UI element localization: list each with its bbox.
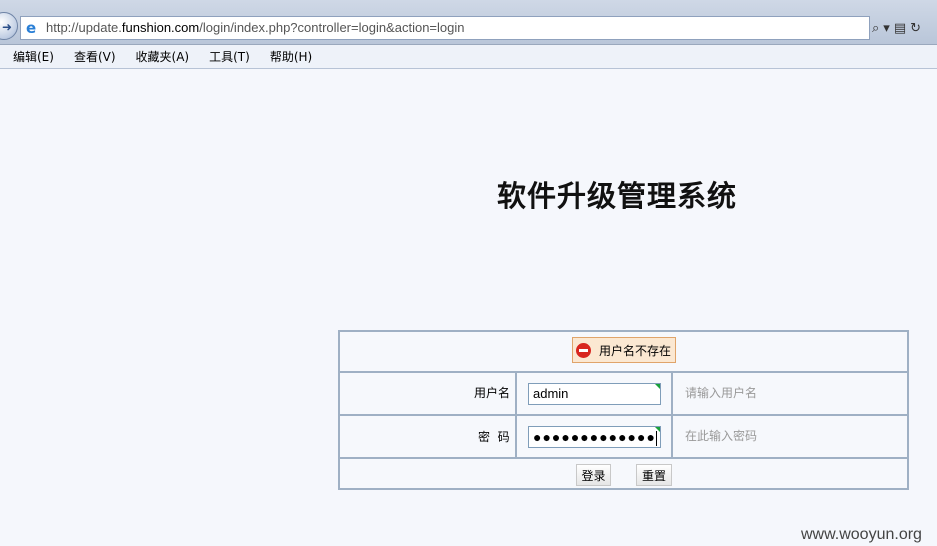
text-cursor xyxy=(655,430,657,446)
column-divider xyxy=(515,373,517,457)
dropdown-icon[interactable]: ▾ xyxy=(883,21,890,36)
refresh-icon[interactable]: ↻ xyxy=(910,21,921,36)
error-icon xyxy=(576,342,591,358)
password-label: 密 码 xyxy=(478,430,510,444)
reset-button[interactable]: 重置 xyxy=(636,464,672,486)
search-icon[interactable]: ⌕ xyxy=(872,21,879,36)
button-row: 登录 重置 xyxy=(340,459,907,492)
url-text: http://update.funshion.com/login/index.p… xyxy=(46,20,464,35)
password-input[interactable]: ●●●●●●●●●●●●● xyxy=(528,426,661,448)
page-title: 软件升级管理系统 xyxy=(497,179,738,213)
column-divider xyxy=(671,373,673,457)
password-row: 密 码 ●●●●●●●●●●●●● 在此输入密码 xyxy=(340,416,907,459)
url-domain: funshion.com xyxy=(121,20,200,35)
menu-favorites[interactable]: 收藏夹(A) xyxy=(123,48,197,65)
login-form: 用户名不存在 用户名 admin 请输入用户名 密 码 ●●●●●●●●●●●●… xyxy=(338,330,909,490)
menu-bar: 编辑(E) 查看(V) 收藏夹(A) 工具(T) 帮助(H) xyxy=(0,45,937,69)
input-corner-marker xyxy=(655,384,660,389)
compatibility-icon[interactable]: ▤ xyxy=(894,21,906,36)
menu-view[interactable]: 查看(V) xyxy=(61,48,123,65)
url-prefix: http://update. xyxy=(46,20,122,35)
browser-address-bar: ➜ e http://update.funshion.com/login/ind… xyxy=(0,0,937,45)
watermark: www.wooyun.org xyxy=(801,526,922,543)
username-row: 用户名 admin 请输入用户名 xyxy=(340,373,907,416)
back-button[interactable]: ➜ xyxy=(0,12,18,40)
back-arrow-icon: ➜ xyxy=(2,20,13,34)
ie-logo-icon: e xyxy=(26,19,37,37)
username-value: admin xyxy=(533,386,569,401)
username-label: 用户名 xyxy=(474,386,511,400)
username-input[interactable]: admin xyxy=(528,383,661,405)
error-message-box: 用户名不存在 xyxy=(572,337,676,363)
address-bar-tools: ⌕ ▾ ▤ ↻ xyxy=(872,18,921,38)
password-masked-value: ●●●●●●●●●●●●● xyxy=(533,429,656,445)
error-row: 用户名不存在 xyxy=(340,332,907,373)
url-input[interactable]: e http://update.funshion.com/login/index… xyxy=(20,16,870,40)
error-message: 用户名不存在 xyxy=(599,343,672,358)
login-button[interactable]: 登录 xyxy=(576,464,611,486)
input-corner-marker xyxy=(655,427,660,432)
menu-edit[interactable]: 编辑(E) xyxy=(0,48,61,65)
menu-tools[interactable]: 工具(T) xyxy=(196,48,257,65)
url-path: /login/index.php?controller=login&action… xyxy=(199,20,465,35)
menu-help[interactable]: 帮助(H) xyxy=(257,48,319,65)
password-hint: 在此输入密码 xyxy=(685,429,758,443)
username-hint: 请输入用户名 xyxy=(685,386,758,400)
